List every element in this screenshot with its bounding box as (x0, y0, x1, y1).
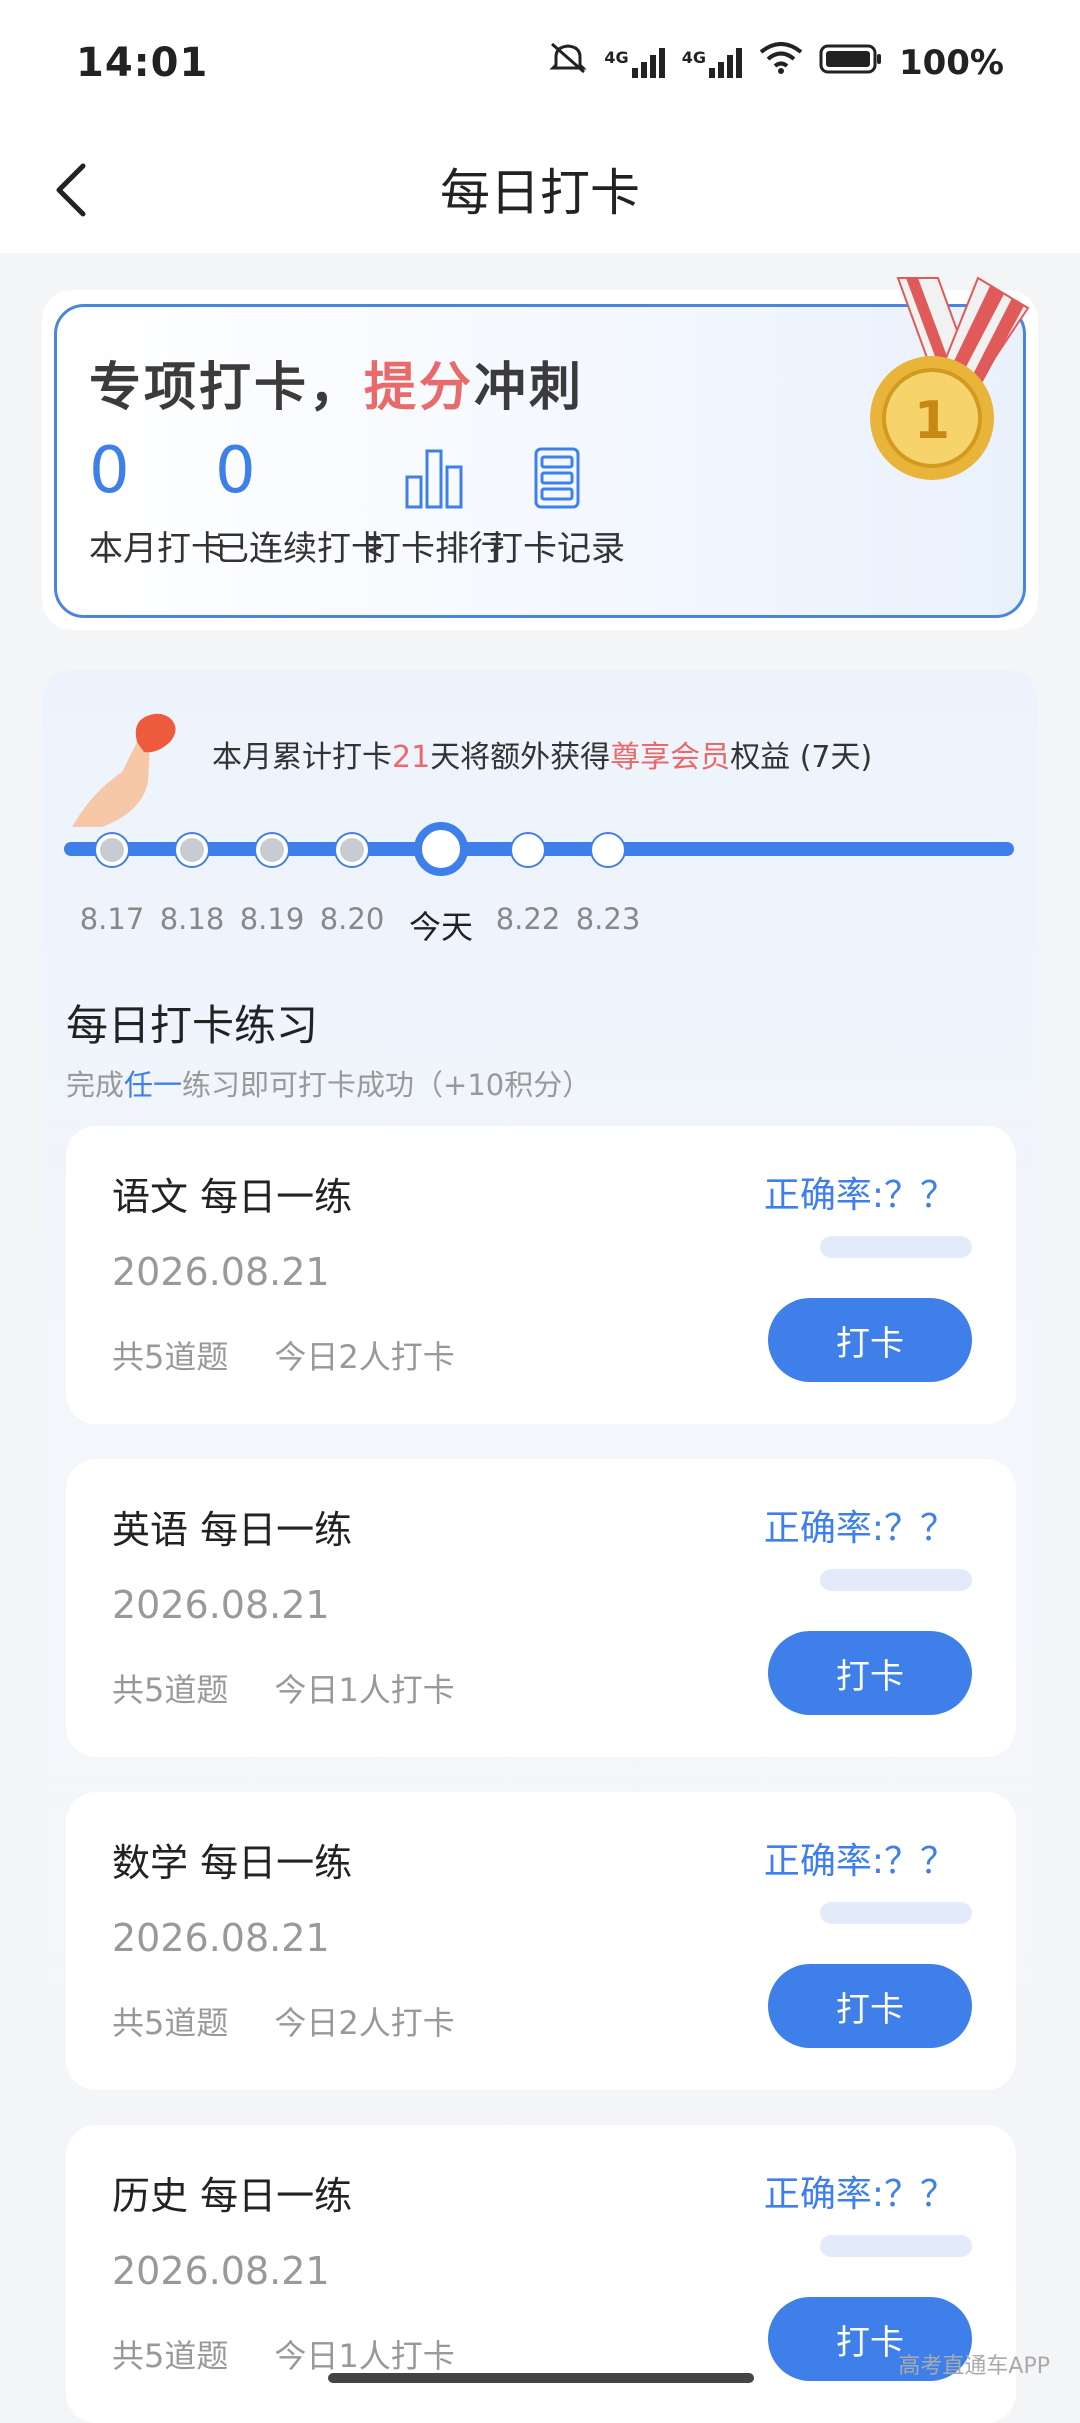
card-meta: 共5道题 今日1人打卡 (112, 1665, 455, 1711)
promo-part2: 天将额外获得 (430, 740, 611, 775)
card-meta: 共5道题 今日1人打卡 (112, 2331, 455, 2377)
checkin-button[interactable]: 打卡 (768, 1631, 972, 1715)
ranking-link[interactable]: 打卡排行 (367, 447, 503, 570)
record-list-icon (534, 447, 580, 509)
card-meta: 共5道题 今日2人打卡 (112, 1332, 455, 1378)
today-checkins: 今日2人打卡 (274, 1338, 455, 1376)
question-count: 共5道题 (112, 1671, 229, 1709)
records-link[interactable]: 打卡记录 (489, 447, 625, 570)
checkin-button[interactable]: 打卡 (768, 1964, 972, 2048)
hero-title-part2: 冲刺 (474, 358, 585, 418)
status-bar: 14:01 4G 4G 100% (0, 0, 1080, 125)
question-count: 共5道题 (112, 2004, 229, 2042)
card-date: 2026.08.21 (112, 2249, 330, 2293)
checkin-button[interactable]: 打卡 (768, 1298, 972, 1382)
battery-icon (819, 43, 883, 83)
section-sub-highlight: 任一 (124, 1068, 183, 1102)
timeline-dot (96, 834, 128, 866)
mute-icon (548, 41, 588, 84)
accuracy-label: 正确率:？？ (763, 1508, 956, 1549)
records-label: 打卡记录 (489, 529, 625, 569)
practice-card-english[interactable]: 英语 每日一练 2026.08.21 共5道题 今日1人打卡 正确率:？？ 打卡 (66, 1459, 1016, 1757)
timeline-dot (592, 834, 624, 866)
nav-bar: 每日打卡 (0, 125, 1080, 253)
today-checkins: 今日1人打卡 (274, 2337, 455, 2375)
practice-card-math[interactable]: 数学 每日一练 2026.08.21 共5道题 今日2人打卡 正确率:？？ 打卡 (66, 1792, 1016, 2090)
gold-medal-icon: 1 (870, 276, 1030, 480)
promo-part3: 权益 (7天) (730, 740, 873, 775)
timeline-dot-today (414, 822, 468, 876)
network-type-1: 4G (604, 47, 629, 67)
hero-title-part1: 专项打卡， (89, 358, 365, 418)
card-title: 英语 每日一练 (112, 1508, 353, 1552)
hero-card-wrapper: 专项打卡，提分冲刺 0 本月打卡 0 已连续打卡 打卡排行 打卡记录 1 (42, 276, 1038, 630)
page-title: 每日打卡 (440, 164, 640, 222)
question-count: 共5道题 (112, 2337, 229, 2375)
monthly-checkin-count: 0 (89, 434, 130, 508)
wifi-icon (759, 42, 803, 83)
monthly-checkin-stat: 0 本月打卡 (89, 439, 225, 570)
card-title: 数学 每日一练 (112, 1841, 353, 1885)
card-title: 语文 每日一练 (112, 1175, 353, 1219)
hero-title-highlight: 提分 (364, 358, 475, 418)
bar-chart-icon (405, 449, 463, 509)
cell-signal-icon-1: 4G (604, 47, 665, 78)
cell-signal-icon-2: 4G (681, 47, 743, 78)
section-subtitle: 完成任一练习即可打卡成功（+10积分） (66, 1062, 591, 1104)
promo-vip: 尊享会员 (610, 740, 731, 775)
hand-heart-icon (72, 713, 176, 827)
card-date: 2026.08.21 (112, 1916, 330, 1960)
timeline-dot (176, 834, 208, 866)
question-count: 共5道题 (112, 1338, 229, 1376)
streak-stat: 0 已连续打卡 (215, 439, 385, 570)
promo-days: 21 (392, 740, 431, 775)
card-date: 2026.08.21 (112, 1250, 330, 1294)
network-type-2: 4G (681, 47, 706, 67)
streak-label: 已连续打卡 (215, 529, 385, 569)
timeline-dot (512, 834, 544, 866)
accuracy-bar (820, 1569, 972, 1591)
chevron-left-icon (56, 163, 86, 217)
home-indicator[interactable] (328, 2373, 754, 2383)
watermark: 高考直通车APP (898, 2354, 1050, 2379)
card-meta: 共5道题 今日2人打卡 (112, 1998, 455, 2044)
accuracy-bar (820, 1902, 972, 1924)
streak-count: 0 (215, 434, 256, 508)
timeline-dot (256, 834, 288, 866)
today-checkins: 今日2人打卡 (274, 2004, 455, 2042)
section-title: 每日打卡练习 (66, 1001, 319, 1050)
practice-card-chinese[interactable]: 语文 每日一练 2026.08.21 共5道题 今日2人打卡 正确率:？？ 打卡 (66, 1126, 1016, 1424)
monthly-checkin-label: 本月打卡 (89, 529, 225, 569)
svg-text:1: 1 (914, 391, 950, 451)
promo-text: 本月累计打卡21天将额外获得尊享会员权益 (7天) (212, 732, 872, 776)
ranking-label: 打卡排行 (367, 529, 503, 569)
section-sub-part2: 练习即可打卡成功（+10积分） (182, 1068, 592, 1102)
section-sub-part1: 完成 (66, 1068, 125, 1102)
accuracy-label: 正确率:？？ (763, 1175, 956, 1216)
card-title: 历史 每日一练 (112, 2174, 353, 2218)
status-time: 14:01 (76, 39, 209, 86)
back-button[interactable] (36, 155, 106, 225)
today-checkins: 今日1人打卡 (274, 1671, 455, 1709)
timeline-day-label: 8.23 (575, 902, 641, 936)
accuracy-label: 正确率:？？ (763, 1841, 956, 1882)
accuracy-bar (820, 2235, 972, 2257)
accuracy-bar (820, 1236, 972, 1258)
timeline-dot (336, 834, 368, 866)
checkin-panel: 本月累计打卡21天将额外获得尊享会员权益 (7天) 8.17 8.18 8.19… (42, 670, 1038, 2423)
promo-part1: 本月累计打卡 (212, 740, 392, 775)
hero-title: 专项打卡，提分冲刺 (89, 345, 584, 420)
accuracy-label: 正确率:？？ (763, 2174, 956, 2215)
status-icons: 4G 4G 100% (548, 41, 1004, 84)
card-date: 2026.08.21 (112, 1583, 330, 1627)
battery-level: 100% (898, 42, 1004, 83)
